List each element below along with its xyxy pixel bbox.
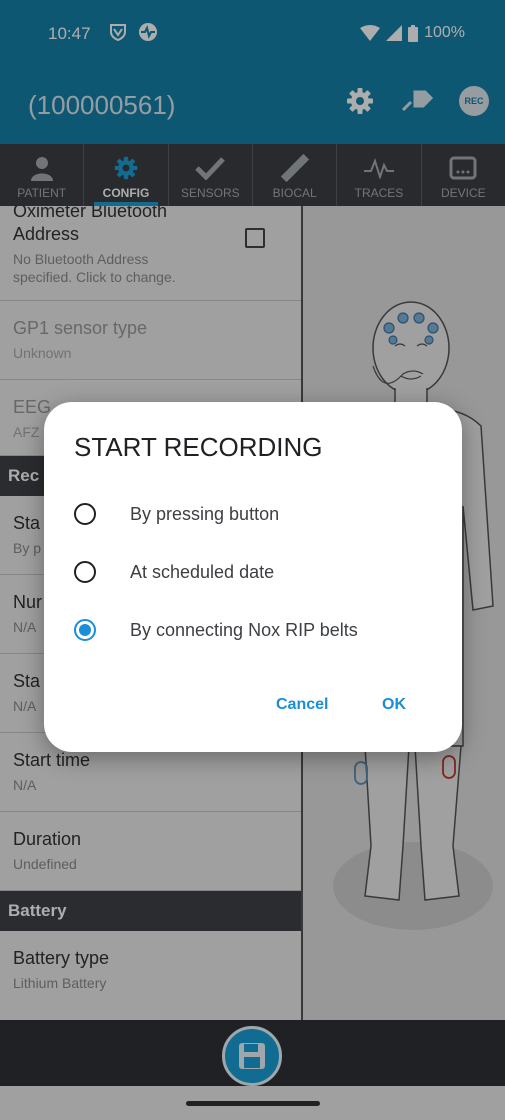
- option-label: At scheduled date: [130, 561, 275, 582]
- option-label: By pressing button: [130, 503, 280, 524]
- option-by-pressing-button[interactable]: By pressing button: [74, 494, 279, 534]
- option-at-scheduled-date[interactable]: At scheduled date: [74, 552, 274, 592]
- radio-button-checked[interactable]: [74, 619, 96, 641]
- cancel-button[interactable]: Cancel: [276, 696, 328, 714]
- radio-button-unchecked[interactable]: [74, 561, 96, 583]
- option-label: By connecting Nox RIP belts: [130, 619, 358, 640]
- option-by-connecting-nox-rip-belts[interactable]: By connecting Nox RIP belts: [74, 610, 358, 650]
- dialog-title: START RECORDING: [74, 432, 323, 462]
- start-recording-dialog: START RECORDING By pressing button At sc…: [44, 402, 462, 752]
- radio-button-unchecked[interactable]: [74, 503, 96, 525]
- ok-button[interactable]: OK: [382, 696, 406, 714]
